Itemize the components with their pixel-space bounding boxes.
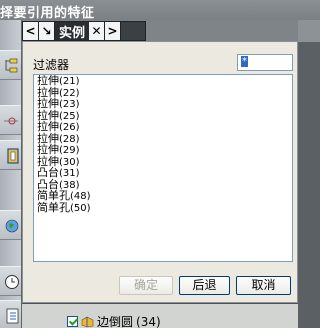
edge-blend-icon <box>81 316 94 327</box>
list-item[interactable]: 拉伸(25) <box>34 109 292 122</box>
list-item-number: (50) <box>70 202 91 214</box>
tab-prev-button[interactable]: < <box>23 22 39 40</box>
list-item-number: (22) <box>59 87 80 99</box>
right-strip-notch <box>298 20 320 42</box>
list-item-number: (30) <box>59 156 80 168</box>
background-title-bar: 择要引用的特征 <box>0 0 320 21</box>
close-icon[interactable]: ✕ <box>89 22 106 40</box>
list-item-number: (31) <box>59 168 80 179</box>
select-arrow-icon[interactable]: ↘ <box>39 22 55 40</box>
background-title: 择要引用的特征 <box>0 6 95 21</box>
toolbar-button-assembly[interactable] <box>0 50 21 80</box>
globe-icon <box>5 219 19 233</box>
list-item-number: (25) <box>59 110 80 122</box>
list-item-number: (29) <box>59 145 80 156</box>
tree-row-number: (34) <box>136 314 161 328</box>
toolbar-button-history[interactable] <box>0 266 21 296</box>
list-item[interactable]: 简单孔(48) <box>34 190 292 202</box>
constraint-icon <box>4 117 18 125</box>
visibility-checkbox[interactable] <box>67 316 78 327</box>
list-item-number: (21) <box>59 76 80 87</box>
list-item[interactable]: 凸台(31) <box>34 167 292 179</box>
list-item-name: 简单孔 <box>37 200 70 214</box>
list-item[interactable]: 拉伸(29) <box>34 144 292 156</box>
assembly-icon <box>5 58 18 73</box>
navigator-icon <box>7 148 19 164</box>
list-item[interactable]: 拉伸(21) <box>34 75 292 87</box>
right-scroll-region <box>298 20 320 328</box>
list-item[interactable]: 凸台(38) <box>34 178 292 190</box>
list-icon <box>6 308 19 324</box>
list-item[interactable]: 简单孔(50) <box>34 200 292 214</box>
list-item[interactable]: 拉伸(28) <box>34 132 292 145</box>
ok-button[interactable]: 确定 <box>119 276 173 295</box>
part-navigator-tree: 边倒圆 (34) <box>22 303 298 328</box>
tree-row-edge-blend[interactable]: 边倒圆 (34) <box>67 313 161 328</box>
toolbar-button-constraint[interactable] <box>0 105 21 135</box>
list-item[interactable]: 拉伸(22) <box>34 86 292 99</box>
back-button[interactable]: 后退 <box>179 276 230 295</box>
toolbar-button-list[interactable] <box>0 300 21 328</box>
clock-icon <box>5 275 19 289</box>
toolbar-button-navigator[interactable] <box>0 140 21 170</box>
list-item-number: (48) <box>70 191 91 202</box>
tab-next-button[interactable]: > <box>105 22 122 40</box>
list-item-number: (28) <box>59 133 80 145</box>
toolbar-button-web[interactable] <box>0 210 21 240</box>
feature-list[interactable]: 拉伸(21) 拉伸(22) 拉伸(23) 拉伸(25) 拉伸(26) 拉伸(28) 拉伸(2… <box>33 74 293 262</box>
list-item[interactable]: 拉伸(30) <box>34 155 292 168</box>
filter-label: 过滤器 <box>33 58 70 72</box>
tab-instance[interactable]: 实例 <box>55 22 90 41</box>
tab-bar: < ↘ 实例 ✕ > <box>22 21 146 41</box>
feature-select-dialog: 过滤器 * 拉伸(21) 拉伸(22) 拉伸(23) 拉伸(25) 拉伸(26) 拉伸(2… <box>22 41 298 303</box>
tree-row-label: 边倒圆 <box>97 315 134 328</box>
left-toolbar <box>0 20 22 328</box>
filter-input[interactable]: * <box>237 54 293 71</box>
list-item[interactable]: 拉伸(26) <box>34 121 292 133</box>
list-item[interactable]: 拉伸(23) <box>34 98 292 110</box>
list-item-number: (23) <box>59 99 80 110</box>
filter-input-value: * <box>241 56 248 67</box>
cancel-button[interactable]: 取消 <box>236 276 291 295</box>
list-item-number: (26) <box>59 122 80 133</box>
